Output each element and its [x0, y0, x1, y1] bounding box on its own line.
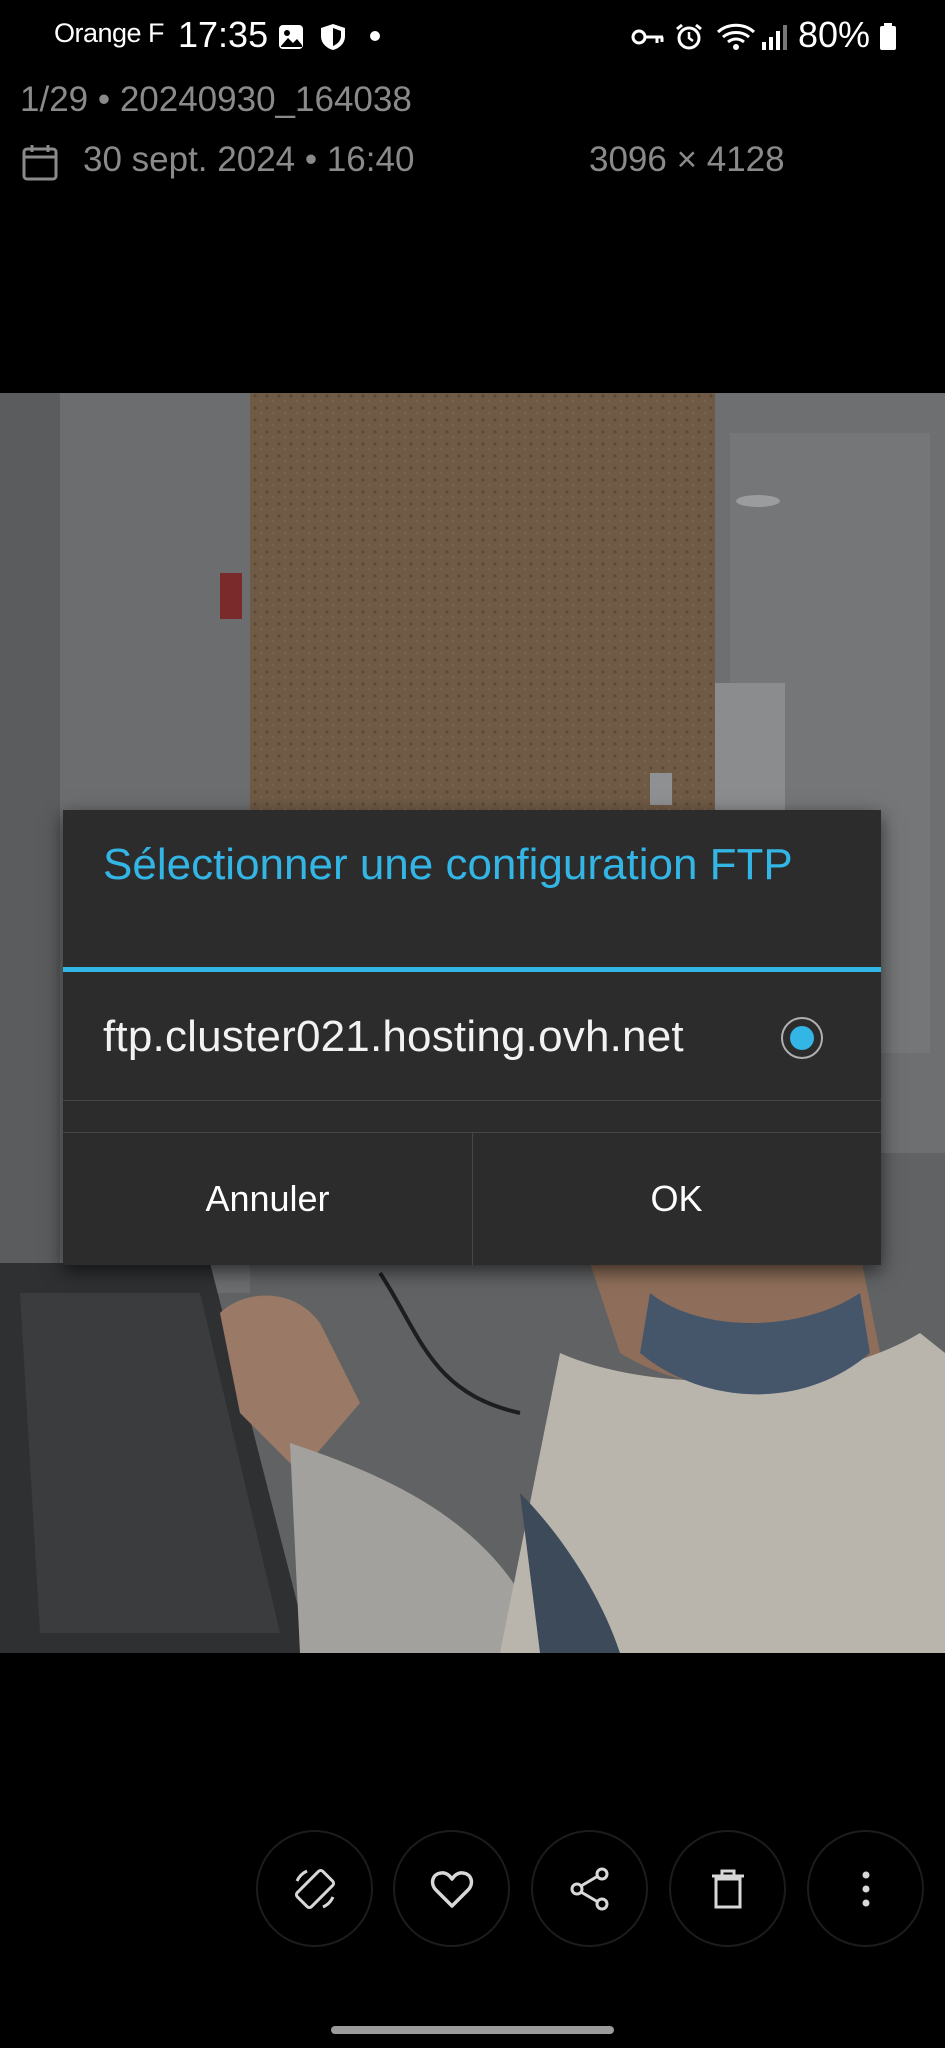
radio-selected-indicator: [790, 1026, 814, 1050]
radio-button[interactable]: [781, 1017, 823, 1059]
shield-icon: [321, 24, 345, 50]
favorite-button[interactable]: [393, 1830, 510, 1947]
ftp-option-item[interactable]: ftp.cluster021.hosting.ovh.net: [63, 972, 881, 1100]
photo-details: 30 sept. 2024 • 16:40 3096 × 4128: [20, 140, 920, 184]
battery-icon: [880, 23, 896, 50]
home-indicator[interactable]: [331, 2026, 614, 2034]
gallery-icon: [279, 25, 303, 49]
delete-icon: [712, 1869, 744, 1909]
more-options-button[interactable]: [807, 1830, 924, 1947]
rotate-button[interactable]: [256, 1830, 373, 1947]
alarm-icon: [676, 23, 702, 50]
ok-button[interactable]: OK: [472, 1132, 881, 1265]
photo-counter-filename: 1/29 • 20240930_164038: [20, 80, 412, 119]
dialog-buttons: Annuler OK: [63, 1132, 881, 1265]
photo-date: 30 sept. 2024 • 16:40: [83, 140, 415, 179]
cancel-button[interactable]: Annuler: [63, 1132, 472, 1265]
photo-dimensions: 3096 × 4128: [589, 140, 785, 179]
clock: 17:35: [178, 14, 269, 55]
dialog-title: Sélectionner une configuration FTP: [103, 840, 793, 889]
more-icon: [862, 1871, 870, 1907]
ftp-config-dialog: Sélectionner une configuration FTP ftp.c…: [63, 810, 881, 1265]
battery-percent: 80%: [798, 14, 871, 55]
favorite-icon: [430, 1871, 474, 1908]
wifi-icon: [716, 23, 756, 50]
ftp-option-label: ftp.cluster021.hosting.ovh.net: [103, 1012, 684, 1061]
item-divider: [63, 1100, 881, 1101]
delete-button[interactable]: [669, 1830, 786, 1947]
rotate-icon: [294, 1868, 336, 1910]
share-button[interactable]: [531, 1830, 648, 1947]
share-icon: [570, 1867, 609, 1911]
key-icon: [631, 29, 664, 45]
calendar-icon: [22, 145, 58, 181]
carrier-label: Orange F: [54, 18, 165, 48]
notification-dot: [370, 31, 380, 41]
status-bar: Orange F 17:35 80%: [0, 0, 945, 72]
signal-icon: [762, 25, 787, 50]
bottom-toolbar: [0, 1830, 945, 1950]
